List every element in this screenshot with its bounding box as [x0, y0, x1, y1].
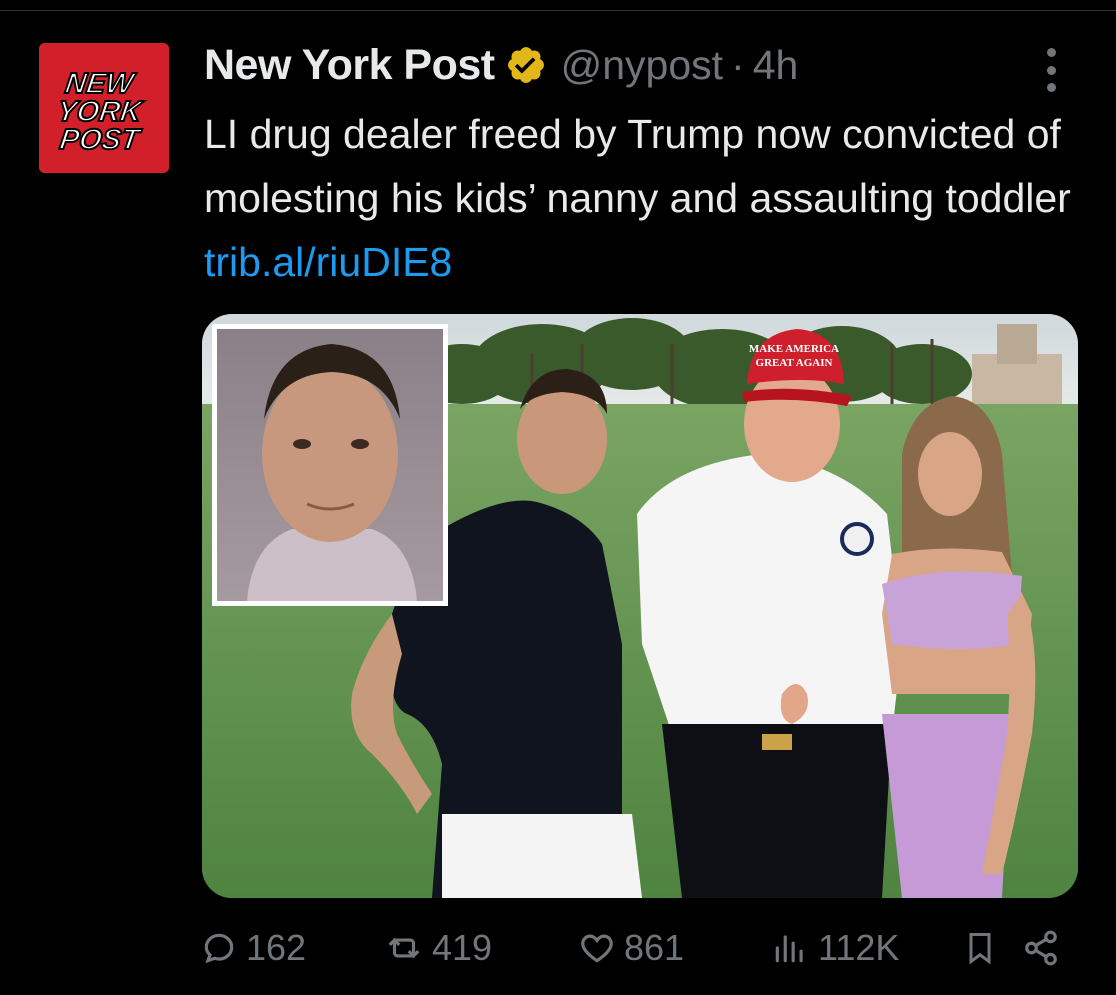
cap-text-line2: GREAT AGAIN	[756, 357, 833, 369]
bookmark-button[interactable]	[962, 920, 1006, 976]
top-divider	[0, 10, 1116, 11]
tweet-text: LI drug dealer freed by Trump now convic…	[204, 102, 1084, 294]
views-icon	[775, 935, 803, 963]
avatar[interactable]: NEW YORK POST	[39, 43, 169, 173]
like-button[interactable]: 861	[578, 920, 684, 976]
repost-button[interactable]: 419	[384, 920, 492, 976]
views-button[interactable]: 112K	[770, 920, 899, 976]
reply-button[interactable]: 162	[200, 920, 306, 976]
share-icon	[1025, 930, 1057, 966]
reply-icon	[204, 933, 234, 964]
tweet-header: New York Post @nypost · 4h	[204, 40, 798, 90]
inset-mugshot	[212, 324, 448, 606]
new-york-post-logo: NEW YORK POST	[39, 43, 169, 173]
repost-count: 419	[432, 927, 493, 968]
verified-badge-icon	[507, 47, 544, 83]
cap-text-line1: MAKE AMERICA	[749, 343, 839, 355]
reply-count: 162	[246, 927, 307, 968]
tweet-actions: 162 419 861 112K	[200, 920, 1070, 976]
display-name[interactable]: New York Post	[204, 41, 495, 90]
share-button[interactable]	[1022, 920, 1068, 976]
repost-icon	[388, 937, 420, 959]
bookmark-icon	[969, 933, 991, 965]
views-count: 112K	[818, 927, 900, 968]
photo-scene: MAKE AMERICA GREAT AGAIN	[202, 314, 1078, 898]
like-count: 861	[624, 927, 685, 968]
heart-icon	[581, 934, 613, 963]
more-options-icon[interactable]	[1040, 48, 1062, 92]
handle[interactable]: @nypost	[561, 42, 723, 89]
tweet-link[interactable]: trib.al/riuDIE8	[204, 239, 452, 285]
separator-dot: ·	[731, 41, 745, 88]
svg-text:POST: POST	[58, 124, 144, 156]
timestamp[interactable]: 4h	[753, 42, 799, 89]
tweet-media-image[interactable]: MAKE AMERICA GREAT AGAIN	[202, 314, 1078, 898]
tweet-body-text: LI drug dealer freed by Trump now convic…	[204, 111, 1071, 221]
